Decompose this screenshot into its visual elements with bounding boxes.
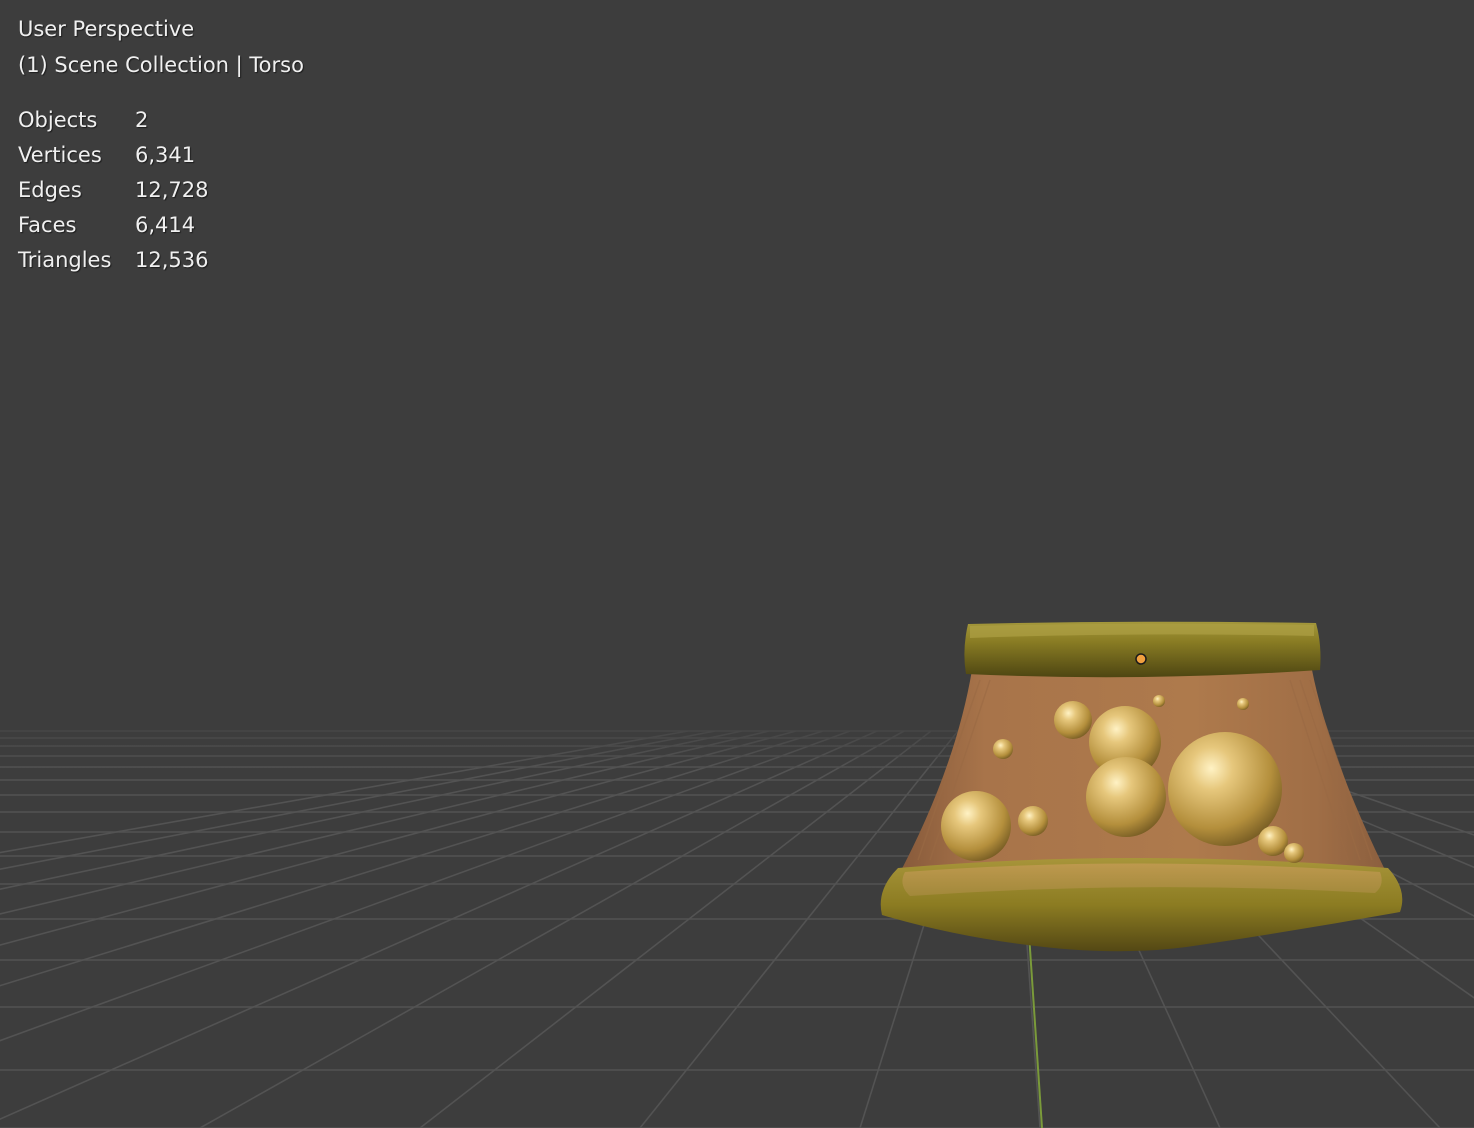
- object-origin-dot: [1135, 653, 1147, 665]
- sphere: [1258, 826, 1288, 856]
- statistics-overlay: Objects 2 Vertices 6,341 Edges 12,728 Fa…: [18, 108, 278, 283]
- stat-value: 6,341: [135, 143, 196, 167]
- stat-value: 6,414: [135, 213, 196, 237]
- sphere: [1086, 757, 1166, 837]
- stat-value: 2: [135, 108, 149, 132]
- sphere: [941, 791, 1011, 861]
- stat-label: Objects: [18, 108, 98, 132]
- stat-value: 12,536: [135, 248, 209, 272]
- sphere: [1284, 843, 1304, 863]
- collection-label: (1) Scene Collection | Torso: [18, 53, 304, 77]
- stat-row-edges: Edges 12,728: [18, 178, 278, 213]
- view-name-label: User Perspective: [18, 17, 195, 41]
- sphere: [1237, 698, 1249, 710]
- torso-object: [880, 621, 1403, 952]
- sphere: [993, 739, 1013, 759]
- stat-value: 12,728: [135, 178, 209, 202]
- sphere: [1153, 695, 1165, 707]
- stat-row-objects: Objects 2: [18, 108, 278, 143]
- sphere: [1054, 701, 1092, 739]
- stat-label: Triangles: [18, 248, 112, 272]
- sphere: [1018, 806, 1048, 836]
- stat-label: Faces: [18, 213, 77, 237]
- stat-label: Vertices: [18, 143, 102, 167]
- 3d-viewport[interactable]: User Perspective (1) Scene Collection | …: [0, 0, 1474, 1128]
- stat-row-faces: Faces 6,414: [18, 213, 278, 248]
- stat-row-triangles: Triangles 12,536: [18, 248, 278, 283]
- stat-label: Edges: [18, 178, 82, 202]
- stat-row-vertices: Vertices 6,341: [18, 143, 278, 178]
